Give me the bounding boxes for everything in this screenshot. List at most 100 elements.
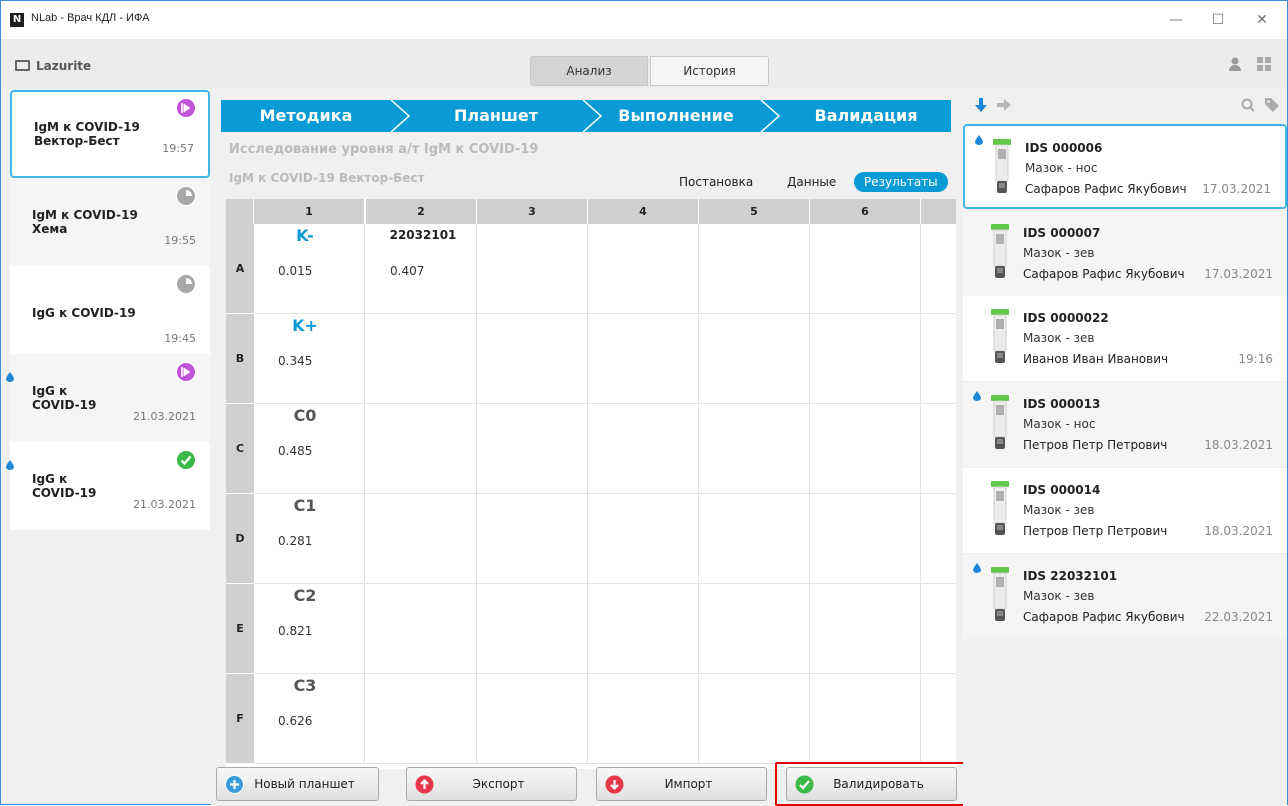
step-method[interactable]: Методика — [241, 100, 371, 132]
plate-cell[interactable] — [588, 314, 699, 404]
plate-cell[interactable] — [588, 224, 699, 314]
plate-cell[interactable] — [699, 674, 810, 764]
tab-results[interactable]: Результаты — [854, 172, 948, 192]
plate-cell[interactable] — [366, 674, 477, 764]
plate-cell[interactable] — [810, 314, 921, 404]
plate-cell[interactable] — [921, 674, 956, 764]
plate-cell[interactable] — [588, 584, 699, 674]
plate-cell[interactable] — [366, 314, 477, 404]
plate-cell[interactable] — [810, 404, 921, 494]
user-icon[interactable] — [1227, 56, 1243, 72]
minimize-button[interactable]: — — [1161, 9, 1191, 31]
plate-cell[interactable] — [921, 314, 956, 404]
new-plate-button[interactable]: Новый планшет — [216, 767, 379, 801]
plate-cell[interactable] — [588, 674, 699, 764]
export-label: Экспорт — [472, 777, 525, 791]
brand-label: Lazurite — [36, 59, 92, 73]
new-plate-label: Новый планшет — [254, 777, 355, 791]
plate-cell[interactable] — [366, 404, 477, 494]
plate-cell[interactable] — [588, 404, 699, 494]
tab-setup[interactable]: Постановка — [679, 172, 753, 192]
tab-history[interactable]: История — [650, 56, 769, 86]
tab-analysis[interactable]: Анализ — [530, 56, 648, 86]
analysis-title-line1: IgM к COVID-19 — [34, 120, 140, 134]
analysis-item[interactable]: IgM к COVID-19 Хема 19:55 — [10, 178, 210, 266]
analysis-item[interactable]: IgG к COVID-19 21.03.2021 — [6, 354, 210, 442]
plate-cell[interactable] — [699, 314, 810, 404]
step-plate[interactable]: Планшет — [421, 100, 571, 132]
plate-cell[interactable] — [477, 224, 588, 314]
plate-cell[interactable] — [477, 584, 588, 674]
window-title: NLab - Врач КДЛ - ИФА — [31, 12, 150, 24]
plate-cell[interactable] — [366, 494, 477, 584]
well-value: 0.281 — [278, 534, 313, 548]
plate-cell[interactable] — [699, 584, 810, 674]
drop-icon — [6, 367, 14, 382]
well-label: 22032101 — [389, 228, 457, 242]
close-button[interactable]: ✕ — [1247, 9, 1277, 31]
well-value: 0.821 — [278, 624, 313, 638]
plate-cell[interactable] — [477, 404, 588, 494]
well-label: C3 — [293, 676, 317, 695]
plate-cell[interactable] — [477, 674, 588, 764]
sample-id: IDS 000006 — [1025, 141, 1103, 155]
plate-cell[interactable] — [921, 584, 956, 674]
analysis-item[interactable]: IgG к COVID-19 19:45 — [10, 266, 210, 354]
column-header: 6 — [810, 199, 921, 224]
search-icon[interactable] — [1241, 98, 1255, 112]
analysis-title-line2: Вектор-Бест — [34, 134, 120, 148]
sample-item[interactable]: IDS 22032101 Мазок - зев Сафаров Рафис Яку… — [963, 554, 1287, 639]
sample-item[interactable]: IDS 000014 Мазок - зев Петров Петр Петрови… — [963, 468, 1287, 553]
sample-date: 19:16 — [1238, 352, 1273, 366]
step-validation[interactable]: Валидация — [786, 100, 946, 132]
sample-item[interactable]: IDS 000013 Мазок - нос Петров Петр Петрови… — [963, 382, 1287, 467]
plate-cell[interactable] — [477, 314, 588, 404]
sample-item[interactable]: IDS 000007 Мазок - зев Сафаров Рафис Якубо… — [963, 211, 1287, 296]
analysis-item[interactable]: IgM к COVID-19 Вектор-Бест 19:57 — [10, 90, 210, 178]
title-bar: N NLab - Врач КДЛ - ИФА — ☐ ✕ — [1, 1, 1287, 39]
maximize-button[interactable]: ☐ — [1203, 9, 1233, 31]
sample-date: 17.03.2021 — [1204, 267, 1273, 281]
status-play-icon — [176, 98, 196, 118]
plate-cell[interactable] — [810, 494, 921, 584]
well-label: K+ — [292, 316, 318, 335]
monitor-icon — [15, 60, 30, 71]
plate-cell[interactable] — [921, 494, 956, 584]
column-header: 4 — [588, 199, 699, 224]
plate-cell[interactable] — [810, 584, 921, 674]
plate-cell[interactable] — [699, 404, 810, 494]
analysis-title: IgM к COVID-19 Хема — [32, 208, 138, 236]
plate-cell[interactable] — [810, 674, 921, 764]
tab-data[interactable]: Данные — [787, 172, 836, 192]
analysis-time: 19:57 — [162, 142, 194, 155]
status-play-icon — [176, 362, 196, 382]
tag-icon[interactable] — [1265, 98, 1279, 112]
app-logo-icon: N — [10, 13, 24, 27]
plate-cell[interactable] — [699, 224, 810, 314]
import-button[interactable]: Импорт — [596, 767, 767, 801]
sample-tools — [963, 90, 1287, 120]
sample-patient: Сафаров Рафис Якубович — [1025, 182, 1187, 196]
test-tube-icon — [993, 139, 1011, 197]
plate-cell[interactable] — [921, 404, 956, 494]
arrow-down-icon[interactable] — [975, 98, 987, 112]
plate-cell[interactable] — [588, 494, 699, 584]
grid-icon[interactable] — [1257, 57, 1271, 71]
analysis-title: IgG к COVID-19 — [32, 306, 136, 320]
plate-cell[interactable] — [810, 224, 921, 314]
sample-item[interactable]: IDS 0000022 Мазок - зев Иванов Иван Иванов… — [963, 296, 1287, 381]
plate-cell[interactable] — [366, 584, 477, 674]
sample-date: 17.03.2021 — [1202, 182, 1271, 196]
sample-item[interactable]: IDS 000006 Мазок - нос Сафаров Рафис Якубо… — [963, 124, 1287, 209]
plate-cell[interactable] — [477, 494, 588, 584]
well-value: 0.345 — [278, 354, 313, 368]
plate-cell[interactable] — [921, 224, 956, 314]
sample-id: IDS 0000022 — [1023, 311, 1109, 325]
plate-cell[interactable] — [699, 494, 810, 584]
export-button[interactable]: Экспорт — [406, 767, 577, 801]
bottom-actions: Новый планшет Экспорт Импорт Валидироват… — [211, 760, 965, 806]
sample-material: Мазок - зев — [1023, 589, 1095, 603]
analysis-item[interactable]: IgG к COVID-19 21.03.2021 — [6, 442, 210, 530]
arrow-right-icon[interactable] — [997, 99, 1011, 111]
step-execution[interactable]: Выполнение — [601, 100, 751, 132]
